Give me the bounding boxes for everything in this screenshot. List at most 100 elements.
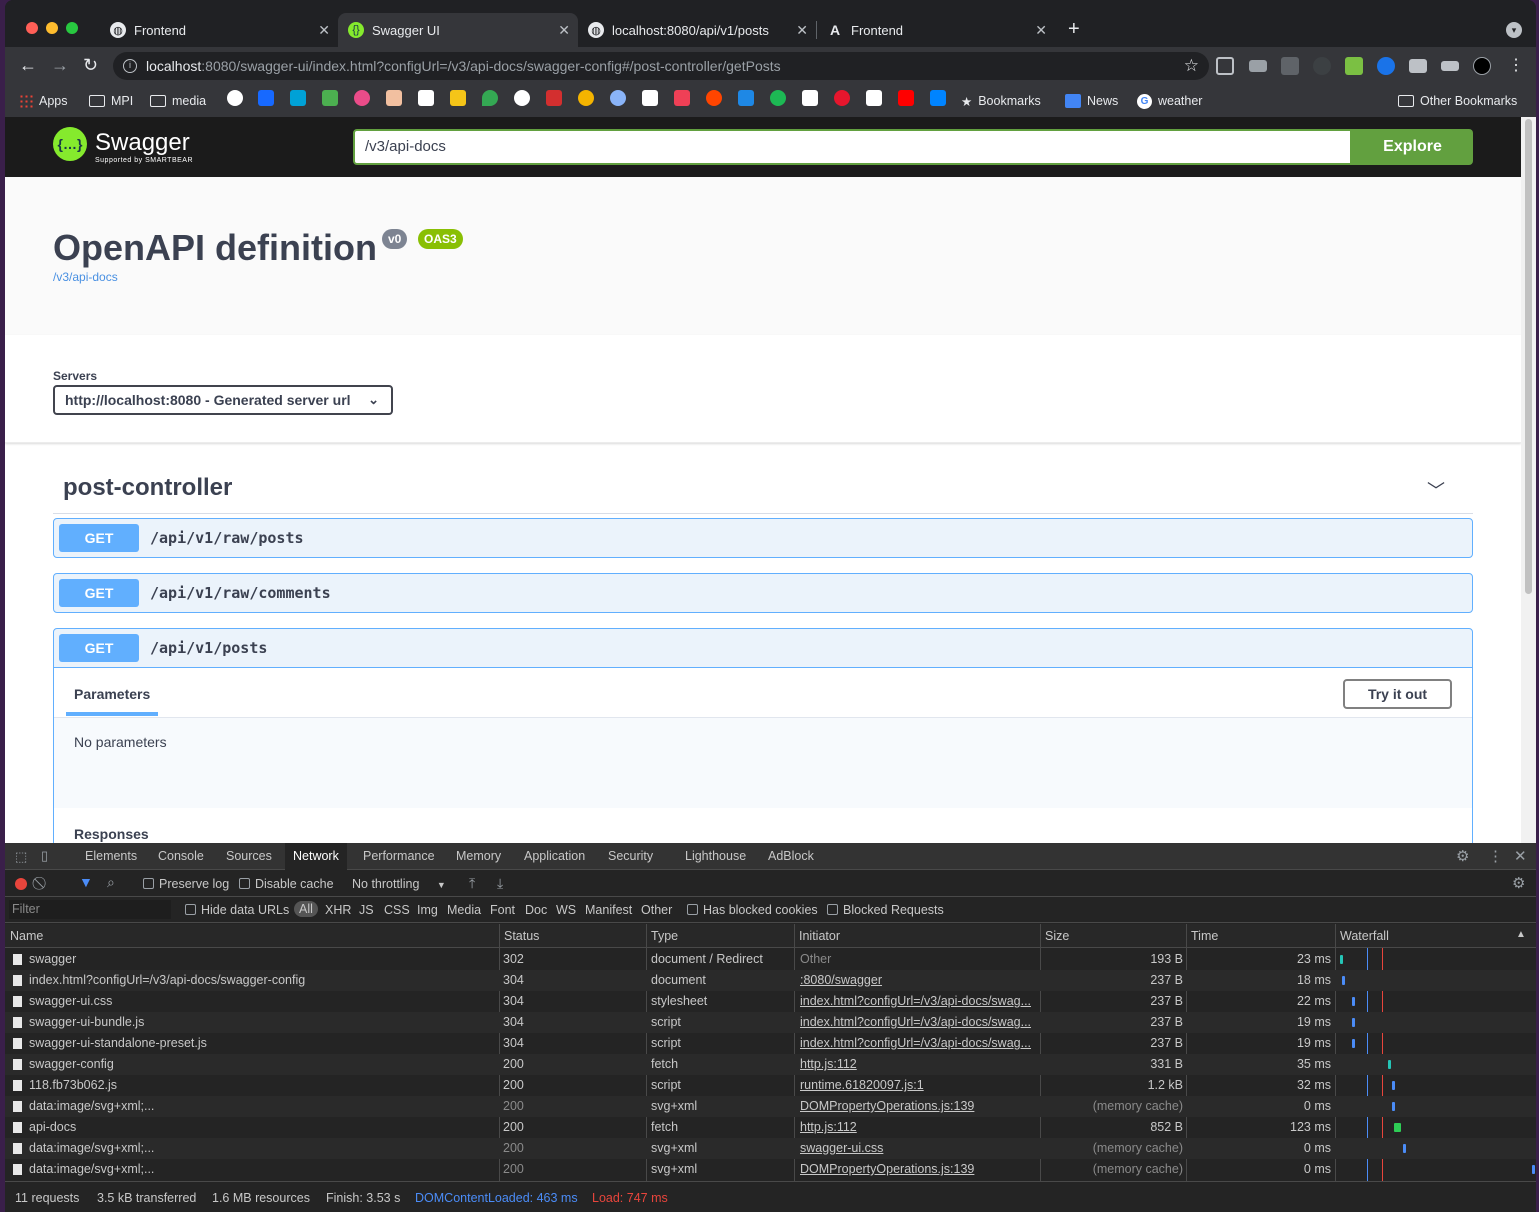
tab-search-icon[interactable]: ▾ — [1506, 22, 1522, 38]
type-filter-xhr[interactable]: XHR — [325, 903, 351, 917]
devtools-tab-elements[interactable]: Elements — [77, 843, 145, 870]
spec-link[interactable]: /v3/api-docs — [53, 270, 118, 284]
request-initiator[interactable]: :8080/swagger — [800, 970, 1033, 991]
waterfall-bar[interactable] — [1393, 1123, 1402, 1132]
column-status[interactable]: Status — [499, 924, 539, 948]
device-toolbar-icon[interactable]: ▯ — [41, 848, 48, 864]
site-info-icon[interactable]: i — [123, 59, 137, 73]
sort-ascending-icon[interactable]: ▲ — [1516, 929, 1526, 940]
table-row[interactable]: swagger-ui-standalone-preset.js 304 script… — [5, 1033, 1536, 1054]
new-tab-button[interactable]: + — [1068, 18, 1080, 41]
disable-cache-checkbox[interactable]: Disable cache — [239, 877, 334, 891]
check-extension-icon[interactable] — [1377, 57, 1395, 75]
settings-gear-icon[interactable]: ⚙ — [1456, 847, 1469, 865]
type-filter-manifest[interactable]: Manifest — [585, 903, 632, 917]
blocked-requests-checkbox[interactable]: Blocked Requests — [827, 903, 944, 917]
request-initiator[interactable]: swagger-ui.css — [800, 1138, 1033, 1159]
bookmark-folder-mpi[interactable]: MPI — [89, 91, 133, 111]
d-bookmark-icon[interactable] — [802, 90, 818, 106]
devtools-tab-security[interactable]: Security — [600, 843, 661, 870]
pocket-icon[interactable] — [1216, 57, 1234, 75]
column-time[interactable]: Time — [1186, 924, 1218, 948]
bookmark-news[interactable]: News — [1065, 91, 1118, 111]
cs-bookmark-icon[interactable] — [546, 90, 562, 106]
column-name[interactable]: Name — [5, 924, 43, 948]
table-row[interactable]: data:image/svg+xml;... 200 svg+xml DOMPrope… — [5, 1159, 1536, 1180]
operation-header[interactable]: GET /api/v1/posts — [54, 629, 1472, 667]
puzzle-extensions-icon[interactable] — [1409, 59, 1427, 73]
table-row[interactable]: swagger-ui-bundle.js 304 script index.html?… — [5, 1012, 1536, 1033]
dribbble-bookmark-icon[interactable] — [354, 90, 370, 106]
preserve-log-checkbox[interactable]: Preserve log — [143, 877, 229, 891]
waterfall-bar[interactable] — [1388, 1060, 1391, 1069]
bookmark-folder-media[interactable]: media — [150, 91, 206, 111]
type-filter-js[interactable]: JS — [359, 903, 374, 917]
bookmark-apps[interactable]: Apps — [19, 91, 68, 111]
type-filter-ws[interactable]: WS — [556, 903, 576, 917]
scrollbar-thumb[interactable] — [1525, 119, 1532, 594]
request-initiator[interactable]: http.js:112 — [800, 1117, 1033, 1138]
explore-button[interactable]: Explore — [1352, 129, 1473, 165]
more-options-icon[interactable]: ⋮ — [1488, 847, 1503, 865]
waterfall-bar[interactable] — [1341, 976, 1345, 985]
network-settings-gear-icon[interactable]: ⚙ — [1512, 874, 1525, 892]
column-type[interactable]: Type — [646, 924, 678, 948]
column-initiator[interactable]: Initiator — [794, 924, 840, 948]
minimize-window-button[interactable] — [46, 22, 58, 34]
try-it-out-button[interactable]: Try it out — [1343, 679, 1452, 709]
s-bookmark-icon[interactable] — [738, 90, 754, 106]
operation-get-raw-posts[interactable]: GET /api/v1/raw/posts — [53, 518, 1473, 558]
type-filter-img[interactable]: Img — [417, 903, 438, 917]
tab-parameters[interactable]: Parameters — [74, 686, 150, 702]
has-blocked-cookies-checkbox[interactable]: Has blocked cookies — [687, 903, 818, 917]
request-initiator[interactable]: http.js:112 — [800, 1054, 1033, 1075]
table-row[interactable]: data:image/svg+xml;... 200 svg+xml DOMPrope… — [5, 1096, 1536, 1117]
swagger-logo-icon[interactable]: {…} — [53, 127, 87, 161]
reload-icon[interactable]: ↻ — [83, 55, 98, 76]
devtools-tab-console[interactable]: Console — [150, 843, 212, 870]
filter-input[interactable]: Filter — [9, 900, 171, 919]
request-initiator[interactable]: DOMPropertyOperations.js:139 — [800, 1096, 1033, 1117]
music-extension-icon[interactable] — [1345, 57, 1363, 75]
table-row[interactable]: api-docs 200 fetch http.js:112 852 B 123 ms — [5, 1117, 1536, 1138]
waterfall-bar[interactable] — [1532, 1165, 1535, 1174]
collapse-chevron-icon[interactable]: ﹀ — [1427, 477, 1445, 503]
waterfall-bar[interactable] — [1391, 1102, 1395, 1111]
imdb-bookmark-icon[interactable] — [450, 90, 466, 106]
request-initiator[interactable]: index.html?configUrl=/v3/api-docs/swag..… — [800, 1012, 1033, 1033]
close-tab-icon[interactable]: ✕ — [796, 22, 808, 39]
cast-icon[interactable] — [1249, 60, 1267, 72]
back-arrow-icon[interactable]: ← — [19, 55, 37, 76]
type-filter-font[interactable]: Font — [490, 903, 515, 917]
table-row[interactable]: swagger 302 document / Redirect Other 193 B 2… — [5, 949, 1536, 970]
close-devtools-icon[interactable]: ✕ — [1514, 847, 1527, 865]
record-icon[interactable] — [15, 878, 27, 890]
devtools-tab-lighthouse[interactable]: Lighthouse — [677, 843, 754, 870]
close-tab-icon[interactable]: ✕ — [558, 22, 570, 39]
column-waterfall[interactable]: Waterfall — [1335, 924, 1389, 948]
bookmark-star-icon[interactable]: ☆ — [1184, 52, 1199, 80]
waterfall-bar[interactable] — [1340, 955, 1343, 964]
spec-url-input[interactable]: /v3/api-docs — [353, 129, 1352, 165]
export-har-icon[interactable]: ⤓ — [497, 875, 503, 892]
table-row[interactable]: index.html?configUrl=/v3/api-docs/swagge… — [5, 970, 1536, 991]
import-har-icon[interactable]: ⤒ — [469, 875, 475, 892]
forward-arrow-icon[interactable]: → — [51, 55, 69, 76]
maps-bookmark-icon[interactable] — [482, 90, 498, 106]
table-row[interactable]: 118.fb73b062.js 200 script runtime.61820097… — [5, 1075, 1536, 1096]
type-filter-media[interactable]: Media — [447, 903, 481, 917]
close-window-button[interactable] — [26, 22, 38, 34]
profile-avatar-icon[interactable] — [1473, 57, 1491, 75]
bilibili-bookmark-icon[interactable] — [290, 90, 306, 106]
filter-funnel-icon[interactable]: ▼ — [79, 874, 93, 890]
behance-bookmark-icon[interactable] — [258, 90, 274, 106]
waterfall-bar[interactable] — [1351, 1018, 1355, 1027]
type-filter-all[interactable]: All — [294, 901, 318, 917]
operation-get-raw-comments[interactable]: GET /api/v1/raw/comments — [53, 573, 1473, 613]
throttling-select[interactable]: No throttling ▼ — [352, 877, 446, 891]
bookmark-other-bookmarks[interactable]: Other Bookmarks — [1398, 91, 1517, 111]
controller-title[interactable]: post-controller — [63, 474, 232, 502]
browser-tab[interactable]: A Frontend ✕ — [817, 13, 1055, 47]
request-initiator[interactable]: runtime.61820097.js:1 — [800, 1075, 1033, 1096]
browser-tab[interactable]: ◍ Frontend ✕ — [100, 13, 338, 47]
